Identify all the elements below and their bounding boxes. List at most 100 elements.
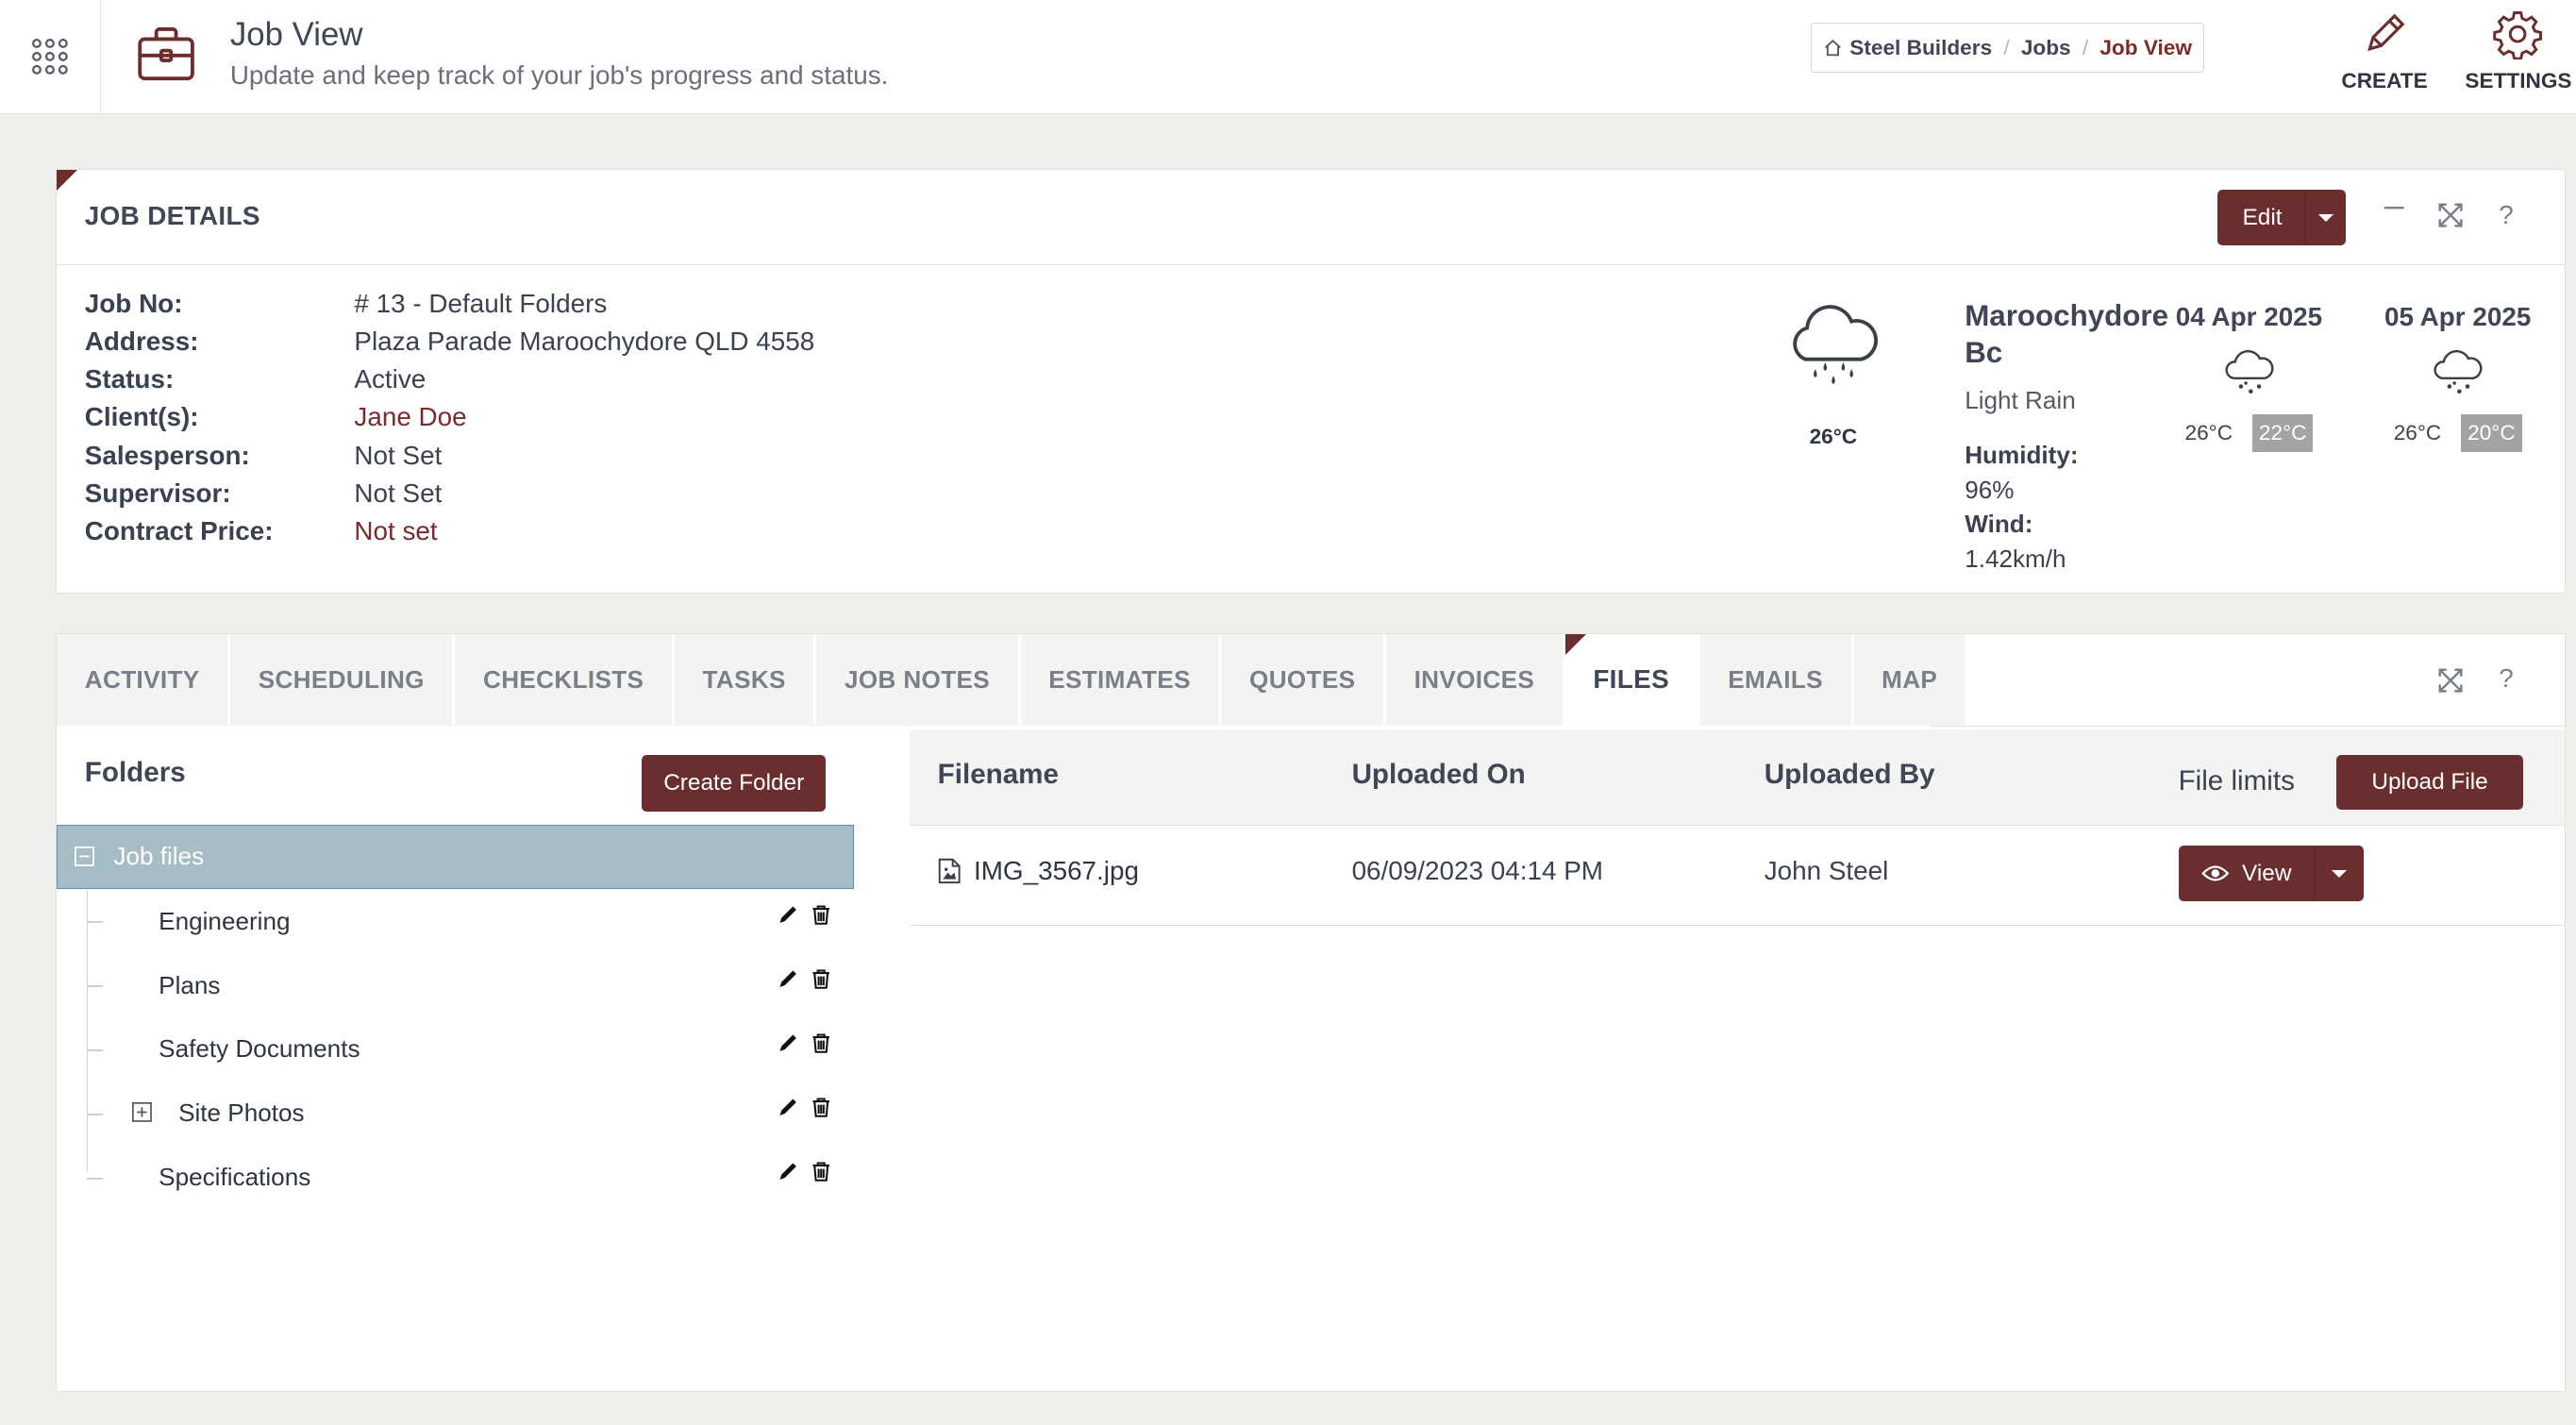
trash-icon[interactable] — [810, 1096, 832, 1118]
view-button[interactable]: View — [2179, 861, 2315, 887]
field-value: Not Set — [354, 440, 443, 470]
field-label: Job No: — [84, 289, 183, 319]
breadcrumb-steel-builders[interactable]: Steel Builders — [1849, 36, 1992, 60]
tab-files[interactable]: FILES — [1564, 633, 1700, 727]
tab-estimates[interactable]: ESTIMATES — [1020, 633, 1222, 727]
help-icon[interactable]: ? — [2499, 200, 2514, 230]
tree-branch — [86, 985, 103, 987]
collapse-icon[interactable] — [74, 847, 94, 867]
minimize-icon[interactable] — [2383, 196, 2405, 219]
create-folder-button[interactable]: Create Folder — [642, 755, 827, 812]
job-details-header: JOB DETAILS Edit ? — [57, 170, 2565, 265]
forecast-low: 22°C — [2251, 413, 2314, 452]
tree-branch — [86, 1114, 103, 1115]
file-name-cell: IMG_3567.jpg — [938, 856, 1139, 886]
view-button-label: View — [2242, 860, 2292, 886]
job-details-title: JOB DETAILS — [84, 201, 260, 231]
edit-pencil-icon[interactable] — [777, 1160, 799, 1182]
folder-item-site-photos[interactable]: Site Photos — [86, 1082, 860, 1147]
folder-actions — [777, 903, 832, 926]
home-icon[interactable] — [1823, 38, 1843, 58]
field-contract-price: Contract Price: Not set — [85, 512, 814, 550]
folder-actions — [777, 1031, 832, 1054]
contract-price-link[interactable]: Not set — [354, 512, 437, 550]
edit-dropdown-toggle[interactable] — [2303, 190, 2346, 246]
column-uploaded-by[interactable]: Uploaded By — [1765, 759, 1935, 791]
folder-item-safety-documents[interactable]: Safety Documents — [86, 1018, 860, 1082]
edit-pencil-icon[interactable] — [777, 1031, 799, 1054]
column-filename[interactable]: Filename — [938, 759, 1059, 791]
apps-grid-icon[interactable] — [0, 0, 102, 114]
forecast-day: 05 Apr 2025 26°C 20°C — [2376, 302, 2540, 452]
eye-icon — [2200, 865, 2229, 881]
create-label: CREATE — [2341, 69, 2428, 93]
rain-cloud-icon — [2221, 345, 2277, 398]
tree-branch — [86, 921, 103, 924]
breadcrumb: Steel Builders / Jobs / Job View — [1811, 23, 2205, 73]
forecast-date: 04 Apr 2025 — [2175, 301, 2323, 331]
field-value: # 13 - Default Folders — [354, 289, 608, 319]
tab-job-notes[interactable]: JOB NOTES — [816, 633, 1021, 727]
edit-pencil-icon[interactable] — [777, 1096, 799, 1118]
settings-button[interactable]: SETTINGS — [2465, 9, 2572, 93]
upload-file-button[interactable]: Upload File — [2335, 755, 2524, 810]
weather-location-line2: Bc — [1965, 335, 2003, 369]
uploaded-on-cell: 06/09/2023 04:14 PM — [1351, 855, 1603, 885]
trash-icon[interactable] — [810, 1031, 832, 1054]
breadcrumb-jobs[interactable]: Jobs — [2021, 36, 2071, 60]
field-label: Status: — [84, 364, 175, 394]
folder-item-engineering[interactable]: Engineering — [86, 890, 860, 954]
settings-label: SETTINGS — [2465, 69, 2572, 93]
tab-quotes[interactable]: QUOTES — [1221, 633, 1386, 727]
humidity-value: 96% — [1965, 475, 2015, 504]
field-label: Salesperson: — [84, 440, 250, 470]
job-details-panel: JOB DETAILS Edit ? Job No: # 13 - Default… — [56, 169, 2566, 594]
tab-files-label: FILES — [1593, 664, 1669, 695]
expand-folder-icon[interactable] — [132, 1101, 153, 1122]
edit-button-group: Edit — [2217, 190, 2347, 246]
forecast-temps: 26°C 20°C — [2376, 413, 2540, 452]
breadcrumb-separator: / — [2082, 35, 2089, 59]
tree-branch — [86, 1049, 103, 1051]
table-row[interactable]: IMG_3567.jpg 06/09/2023 04:14 PM John St… — [910, 826, 2565, 926]
tab-scheduling[interactable]: SCHEDULING — [230, 633, 456, 727]
trash-icon[interactable] — [810, 1160, 832, 1182]
tab-checklists[interactable]: CHECKLISTS — [455, 633, 675, 727]
view-dropdown-toggle[interactable] — [2314, 846, 2364, 902]
client-link[interactable]: Jane Doe — [354, 398, 466, 436]
field-label: Contract Price: — [84, 515, 274, 545]
tree-branch — [86, 1177, 103, 1180]
folder-actions — [777, 1160, 832, 1182]
folder-label: Safety Documents — [159, 1034, 360, 1064]
column-uploaded-on[interactable]: Uploaded On — [1352, 759, 1526, 791]
edit-pencil-icon[interactable] — [777, 967, 799, 990]
file-name[interactable]: IMG_3567.jpg — [974, 856, 1139, 886]
folder-label: Specifications — [159, 1163, 311, 1192]
edit-button[interactable]: Edit — [2217, 205, 2303, 231]
folder-item-plans[interactable]: Plans — [86, 954, 860, 1018]
create-button[interactable]: CREATE — [2340, 9, 2429, 93]
help-icon[interactable]: ? — [2499, 663, 2514, 694]
page-subtitle: Update and keep track of your job's prog… — [229, 60, 889, 91]
chevron-down-icon — [2332, 869, 2348, 878]
image-file-icon — [938, 858, 961, 884]
folder-label: Site Photos — [178, 1098, 305, 1128]
tab-invoices[interactable]: INVOICES — [1385, 633, 1565, 727]
folder-item-specifications[interactable]: Specifications — [86, 1147, 860, 1211]
weather-location-line1: Maroochydore — [1965, 299, 2169, 333]
forecast-low: 20°C — [2461, 413, 2522, 452]
folder-root-job-files[interactable]: Job files — [57, 824, 855, 889]
weather-stats: Humidity: 96% Wind: 1.42km/h — [1965, 438, 2078, 576]
field-clients: Client(s): Jane Doe — [85, 398, 814, 436]
tab-activity[interactable]: ACTIVITY — [57, 633, 231, 727]
tab-emails[interactable]: EMAILS — [1699, 633, 1854, 727]
tab-tasks[interactable]: TASKS — [674, 633, 817, 727]
expand-icon[interactable] — [2438, 668, 2463, 693]
field-supervisor: Supervisor: Not Set — [85, 475, 814, 512]
edit-pencil-icon[interactable] — [777, 903, 799, 926]
expand-icon[interactable] — [2438, 203, 2463, 227]
trash-icon[interactable] — [810, 903, 832, 926]
field-address: Address: Plaza Parade Maroochydore QLD 45… — [85, 323, 814, 360]
file-limits-link[interactable]: File limits — [2179, 765, 2295, 797]
trash-icon[interactable] — [810, 967, 832, 990]
